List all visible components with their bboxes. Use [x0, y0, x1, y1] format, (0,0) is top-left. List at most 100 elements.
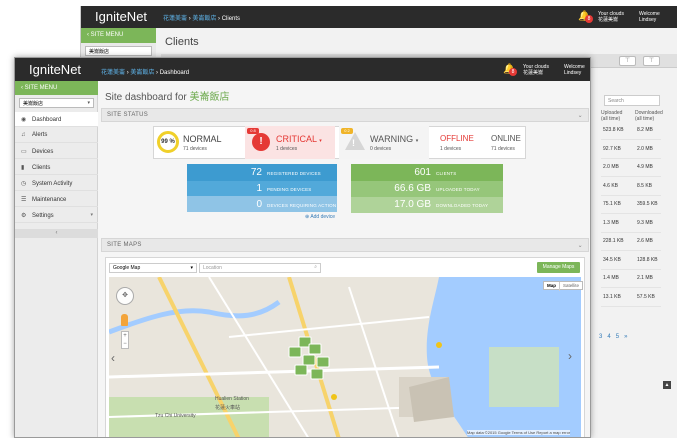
logo[interactable]: IgniteNet: [29, 62, 81, 77]
chevron-down-icon: ▾: [90, 212, 93, 218]
breadcrumb-current: Clients: [221, 16, 241, 22]
clouds-menu[interactable]: Your clouds 花蓮美崙: [523, 64, 549, 76]
cell-downloaded: 57.5 KB: [637, 294, 655, 300]
sidebar-item-alerts[interactable]: ♫ Alerts: [15, 128, 98, 143]
site-select[interactable]: 美崙飯店 ▾: [19, 98, 94, 108]
action-devices-tile[interactable]: 0 DEVICES REQUIRING ACTION: [187, 196, 337, 212]
map-label: 花蓮火車站: [215, 405, 241, 411]
breadcrumb-cloud[interactable]: 花蓮美崙: [101, 70, 125, 76]
uploaded-label: UPLOADED TODAY: [436, 187, 480, 192]
map-label: Hualien Station: [215, 396, 249, 402]
critical-label: CRITICAL ▾: [276, 134, 322, 144]
registered-count: 72: [250, 167, 262, 178]
pegman-icon[interactable]: .: [121, 314, 128, 326]
user-menu[interactable]: Welcome Lindsey: [639, 11, 660, 23]
cell-downloaded: 2.1 MB: [637, 275, 653, 281]
filter-button[interactable]: ⊤: [619, 56, 636, 66]
map-attribution: Map data ©2015 Google Terms of Use Repor…: [467, 430, 571, 435]
cell-uploaded: 75.1 KB: [603, 201, 621, 207]
collapse-sidebar-button[interactable]: ‹: [15, 229, 98, 238]
breadcrumb-site[interactable]: 美崙飯店: [192, 16, 216, 22]
breadcrumb-current: Dashboard: [159, 70, 190, 76]
row-divider: [601, 306, 661, 307]
warning-label: WARNING ▾: [370, 134, 419, 144]
site-maps-header[interactable]: SITE MAPS ⌄: [101, 238, 589, 252]
cell-uploaded: 1.3 MB: [603, 220, 619, 226]
add-device-link[interactable]: ⊕ Add device: [305, 214, 335, 220]
map-label: Tzu Chi University: [155, 413, 196, 419]
page-5[interactable]: 5: [616, 334, 619, 340]
offline-label[interactable]: OFFLINE: [440, 134, 474, 143]
pagination: 3 4 5 »: [599, 334, 627, 340]
offline-count: 1 devices: [440, 146, 462, 152]
pending-devices-tile[interactable]: 1 PENDING DEVICES: [187, 181, 337, 196]
cell-downloaded: 2.0 MB: [637, 146, 653, 152]
filter-button-2[interactable]: ⊤: [643, 56, 660, 66]
col-uploaded[interactable]: Uploaded (all time): [601, 110, 622, 122]
user-menu[interactable]: Welcome Lindsey: [564, 64, 585, 76]
notification-badge: 8: [585, 15, 593, 23]
cell-downloaded: 2.6 MB: [637, 238, 653, 244]
health-ring: 99 %: [157, 131, 179, 153]
site-select[interactable]: 美崙飯店: [85, 46, 152, 56]
page-next[interactable]: »: [624, 334, 627, 340]
sidebar-item-clients[interactable]: ▮ Clients: [15, 160, 98, 175]
online-label[interactable]: ONLINE: [491, 134, 521, 143]
page-title-site: 美崙飯店: [189, 92, 230, 103]
chevron-right-icon[interactable]: ›: [568, 349, 572, 363]
site-status-header[interactable]: SITE STATUS ⌄: [101, 108, 589, 122]
cell-downloaded: 9.3 MB: [637, 220, 653, 226]
location-input[interactable]: Location ⌕: [199, 263, 321, 273]
pan-control-icon[interactable]: ✥: [116, 287, 134, 305]
action-count: 0: [256, 199, 262, 210]
chevron-down-icon: ▾: [190, 265, 193, 271]
registered-devices-tile[interactable]: 72 REGISTERED DEVICES: [187, 164, 337, 181]
page-3[interactable]: 3: [599, 334, 602, 340]
scroll-top-button[interactable]: ▲: [663, 381, 671, 389]
map-button[interactable]: Map: [544, 282, 559, 291]
server-icon: ☰: [21, 197, 27, 203]
bar-chart-icon: ▮: [21, 165, 25, 171]
action-label: DEVICES REQUIRING ACTION: [267, 203, 337, 208]
sidebar-item-settings[interactable]: ⚙ Settings ▾: [15, 208, 98, 223]
downloaded-tile[interactable]: 17.0 GB DOWNLOADED TODAY: [351, 197, 503, 213]
clock-icon: ◷: [21, 181, 27, 187]
clouds-menu[interactable]: Your clouds 花蓮美崙: [598, 11, 624, 23]
page-4[interactable]: 4: [607, 334, 610, 340]
sidebar-item-maintenance[interactable]: ☰ Maintenance: [15, 192, 98, 207]
clients-tile[interactable]: 601 CLIENTS: [351, 164, 503, 181]
registered-label: REGISTERED DEVICES: [267, 171, 321, 176]
uploaded-tile[interactable]: 66.6 GB UPLOADED TODAY: [351, 181, 503, 197]
zoom-control[interactable]: + −: [121, 331, 129, 349]
clients-count: 601: [414, 167, 431, 178]
warning-icon: [345, 132, 365, 150]
cell-uploaded: 2.0 MB: [603, 164, 619, 170]
col-downloaded[interactable]: Downloaded (all time): [635, 110, 663, 122]
sidebar-item-system-activity[interactable]: ◷ System Activity: [15, 176, 98, 191]
dashboard-window: IgniteNet 花蓮美崙 › 美崙飯店 › Dashboard 🔔 8 Yo…: [14, 57, 591, 438]
gears-icon: ⚙: [21, 213, 27, 219]
manage-maps-button[interactable]: Manage Maps: [537, 262, 580, 273]
normal-label: NORMAL: [183, 134, 222, 144]
logo[interactable]: IgniteNet: [95, 9, 147, 24]
row-divider: [601, 213, 661, 214]
bell-icon: ♫: [21, 132, 26, 138]
breadcrumb-cloud[interactable]: 花蓮美崙: [163, 16, 187, 22]
chevron-left-icon[interactable]: ‹: [111, 351, 115, 365]
sidebar-item-devices[interactable]: ▭ Devices: [15, 144, 98, 159]
search-icon: ⌕: [314, 264, 317, 270]
cell-uploaded: 92.7 KB: [603, 146, 621, 152]
map-select[interactable]: Google Map ▾: [109, 263, 197, 273]
downloaded-label: DOWNLOADED TODAY: [436, 203, 489, 208]
site-menu-header[interactable]: ‹ SITE MENU: [15, 81, 98, 95]
cell-downloaded: 128.8 KB: [637, 257, 658, 263]
cell-uploaded: 13.1 KB: [603, 294, 621, 300]
page-title: Clients: [165, 36, 199, 48]
clients-label: CLIENTS: [436, 171, 457, 176]
satellite-button[interactable]: Satellite: [559, 282, 582, 291]
row-divider: [601, 195, 661, 196]
site-menu-header[interactable]: ‹ SITE MENU: [81, 28, 156, 43]
search-input[interactable]: Search: [604, 95, 660, 106]
sidebar-item-dashboard[interactable]: ◉ Dashboard: [15, 112, 98, 127]
breadcrumb-site[interactable]: 美崙飯店: [130, 70, 154, 76]
